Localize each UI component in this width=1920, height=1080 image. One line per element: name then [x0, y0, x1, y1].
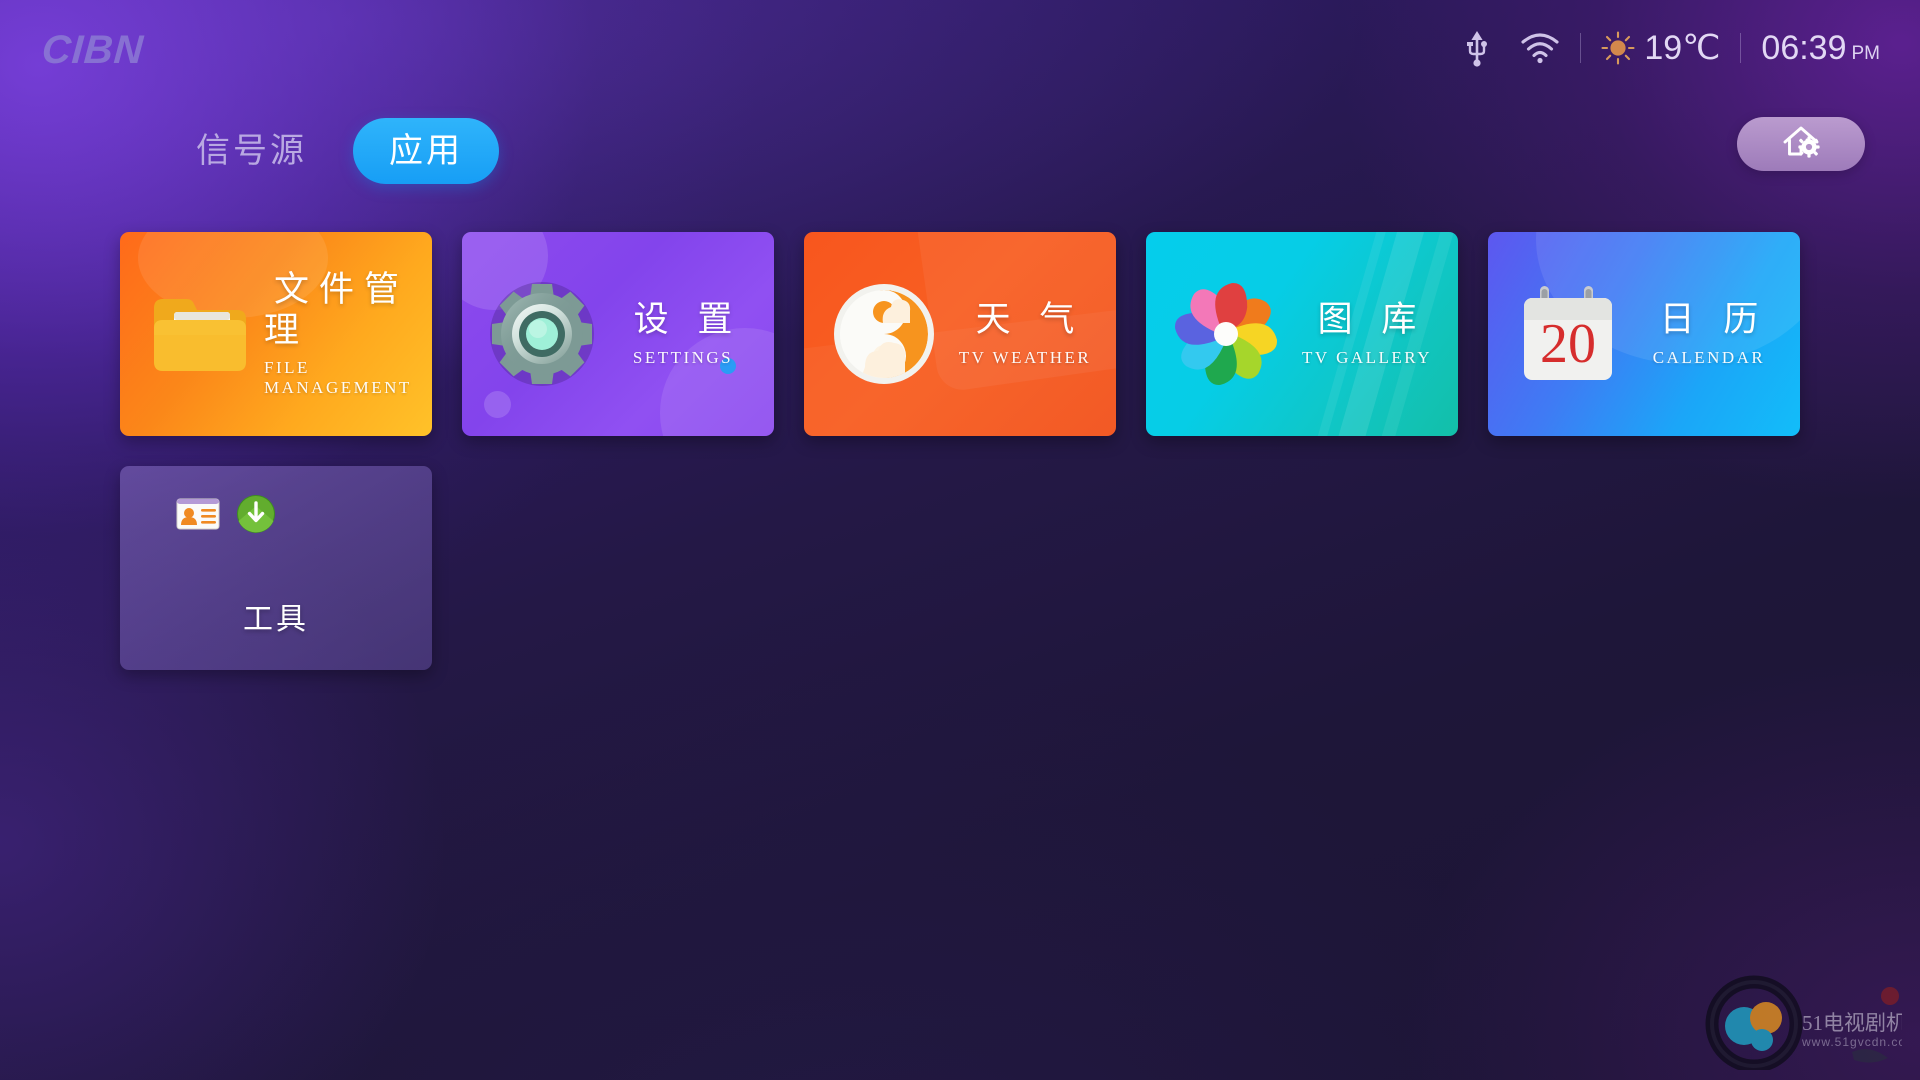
app-label-cn: 设 置 [633, 300, 743, 340]
wifi-icon[interactable] [1520, 32, 1560, 64]
clock-time: 06:39 [1761, 28, 1847, 67]
clock[interactable]: 06:39 PM [1761, 29, 1880, 68]
app-label-en: SETTINGS [632, 347, 734, 367]
watermark-url: www.51gvcdn.com [1801, 1035, 1902, 1049]
nav-tabs: 信号源 应用 [170, 118, 499, 184]
tools-folder-label: 工具 [243, 603, 309, 636]
app-grid: 文件管理 FILE MANAGEMENT 设 置 SETTINGS 天 气 TV… [120, 232, 1810, 670]
app-label-en: FILE MANAGEMENT [264, 357, 412, 397]
weather-sun-cloud-icon [820, 281, 948, 387]
app-card-file-management[interactable]: 文件管理 FILE MANAGEMENT [120, 232, 432, 436]
app-card-calendar[interactable]: 20 日 历 CALENDAR [1488, 232, 1800, 436]
gear-icon [478, 278, 606, 390]
download-arrow-icon [236, 494, 276, 539]
temperature-value: 19℃ [1644, 29, 1721, 67]
site-watermark: 51电视剧机网 www.51gvcdn.com [1702, 974, 1920, 1073]
app-card-tools-folder[interactable]: 工具 [120, 466, 432, 670]
tab-applications[interactable]: 应用 [353, 118, 499, 184]
status-divider-2 [1740, 33, 1742, 63]
app-label-en: TV WEATHER [958, 347, 1092, 367]
home-settings-button[interactable] [1737, 117, 1865, 171]
clock-ampm: PM [1851, 42, 1881, 64]
folder-icon [136, 288, 264, 380]
tools-folder-preview-icons [176, 494, 276, 539]
app-label-en: CALENDAR [1652, 347, 1766, 367]
home-settings-icon [1778, 121, 1824, 168]
tab-signal-source[interactable]: 信号源 [170, 122, 333, 180]
app-card-settings[interactable]: 设 置 SETTINGS [462, 232, 774, 436]
app-card-weather[interactable]: 天 气 TV WEATHER [804, 232, 1116, 436]
cibn-logo: CIBN [40, 28, 146, 72]
usb-icon[interactable] [1464, 29, 1490, 67]
pinwheel-gallery-icon [1162, 276, 1290, 392]
sun-icon [1601, 31, 1635, 65]
app-card-gallery[interactable]: 图 库 TV GALLERY [1146, 232, 1458, 436]
status-bar: 19℃ 06:39 PM [1464, 28, 1880, 68]
status-divider-1 [1580, 33, 1582, 63]
app-label-en: TV GALLERY [1302, 347, 1432, 367]
weather-status[interactable]: 19℃ [1601, 28, 1720, 68]
calendar-icon: 20 [1504, 280, 1632, 388]
app-label-cn: 天 气 [975, 300, 1085, 340]
app-label-cn: 文件管理 [264, 270, 410, 350]
app-label-cn: 日 历 [1659, 300, 1769, 340]
app-label-cn: 图 库 [1317, 300, 1427, 340]
contact-card-icon [176, 498, 220, 535]
calendar-day: 20 [1540, 313, 1596, 375]
watermark-text: 51电视剧机网 [1802, 1011, 1902, 1035]
